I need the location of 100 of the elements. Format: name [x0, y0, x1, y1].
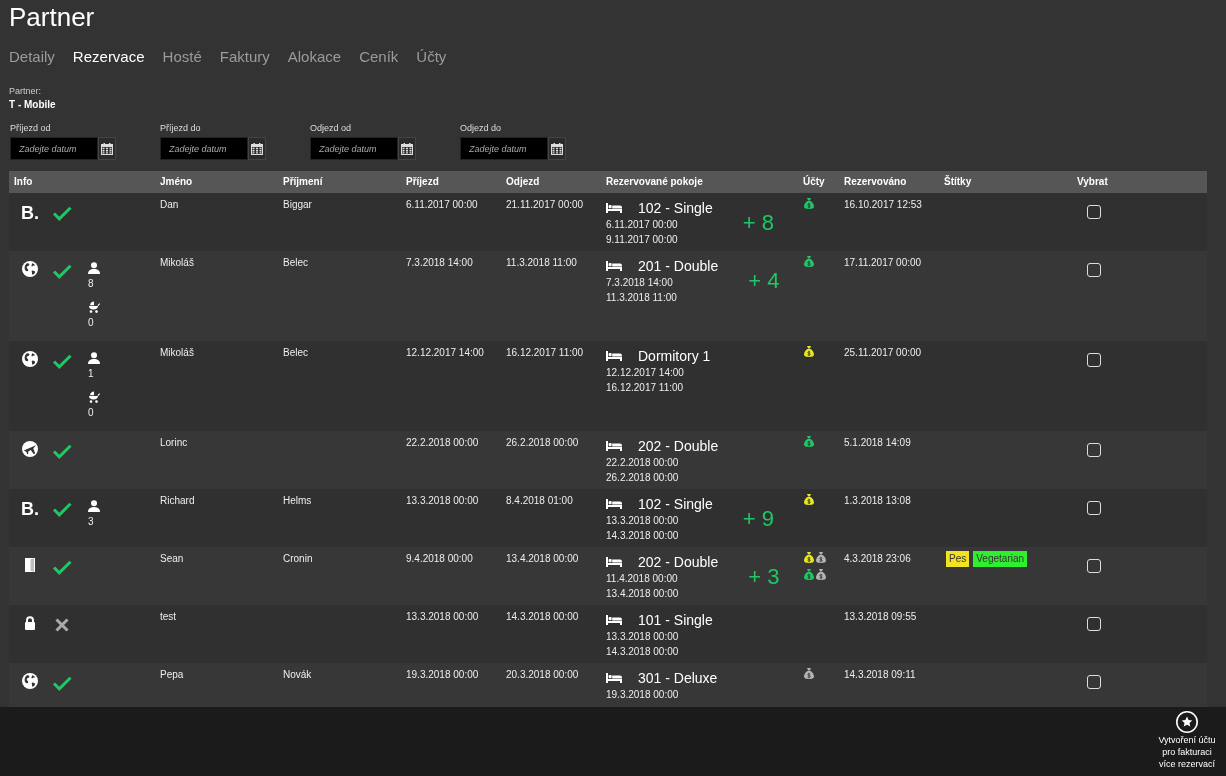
- guest-count: 1: [88, 367, 94, 381]
- table-cell: 8.4.2018 01:00: [506, 495, 573, 507]
- filter-label: Příjezd od: [10, 123, 51, 133]
- room-date: 26.2.2018 00:00: [606, 471, 679, 485]
- table-cell: 14.3.2018 00:00: [506, 611, 579, 623]
- table-cell: 17.11.2017 00:00: [844, 257, 922, 269]
- tab[interactable]: Faktury: [219, 47, 270, 67]
- room-name: 301 - Deluxe: [638, 669, 718, 687]
- table-cell: 12.12.2017 14:00: [406, 347, 484, 359]
- table-cell: 7.3.2018 14:00: [406, 257, 473, 269]
- globe-icon: [22, 351, 38, 367]
- table-cell: Dan: [160, 199, 179, 211]
- table-cell: 16.10.2017 12:53: [844, 199, 922, 211]
- table-cell: test: [160, 611, 177, 623]
- select-checkbox[interactable]: [1087, 443, 1101, 457]
- date-input[interactable]: Zadejte datum: [160, 137, 248, 160]
- guest-count: 0: [88, 406, 94, 420]
- select-checkbox[interactable]: [1087, 501, 1101, 515]
- partner-name: T - Mobile: [9, 99, 56, 111]
- guest-count: 3: [88, 515, 94, 529]
- table-cell: 26.2.2018 00:00: [506, 437, 579, 449]
- tab[interactable]: Rezervace: [72, 47, 145, 67]
- calendar-icon: [401, 142, 413, 155]
- room-date: 13.3.2018 00:00: [606, 514, 679, 528]
- person-icon: [88, 500, 100, 512]
- tab[interactable]: Alokace: [287, 47, 342, 67]
- select-checkbox[interactable]: [1087, 205, 1101, 219]
- calendar-icon: [251, 142, 263, 155]
- table-cell: Richard: [160, 495, 195, 507]
- room-name: 202 - Double: [638, 437, 719, 455]
- room-date: 22.2.2018 00:00: [606, 456, 679, 470]
- date-input[interactable]: Zadejte datum: [10, 137, 98, 160]
- table-cell: Mikoláš: [160, 257, 194, 269]
- plane-circle-icon: [22, 441, 38, 457]
- column-header: Rezervováno: [844, 176, 907, 188]
- create-account-button[interactable]: Vytvoření účtu pro fakturaci více rezervací: [1156, 711, 1218, 770]
- room-date: 14.3.2018 00:00: [606, 529, 679, 543]
- column-header: Vybrat: [1077, 176, 1108, 188]
- globe-icon: [22, 673, 38, 689]
- room-name: 102 - Single: [638, 199, 713, 217]
- select-checkbox[interactable]: [1087, 353, 1101, 367]
- column-header: Štítky: [944, 176, 972, 188]
- room-date: 6.11.2017 00:00: [606, 218, 678, 232]
- column-header: Jméno: [160, 176, 193, 188]
- partner-label: Partner:: [9, 86, 41, 97]
- tab[interactable]: Hosté: [162, 47, 202, 67]
- calendar-button[interactable]: [548, 137, 566, 160]
- table-cell: 4.3.2018 23:06: [844, 553, 911, 565]
- calendar-button[interactable]: [398, 137, 416, 160]
- table-cell: 20.3.2018 00:00: [506, 669, 579, 681]
- column-header: Odjezd: [506, 176, 540, 188]
- table-cell: Belec: [283, 347, 308, 359]
- room-date: 13.3.2018 00:00: [606, 630, 679, 644]
- tab[interactable]: Detaily: [9, 47, 55, 67]
- room-date: 19.3.2018 00:00: [606, 688, 679, 702]
- calendar-button[interactable]: [248, 137, 266, 160]
- date-input[interactable]: Zadejte datum: [310, 137, 398, 160]
- room-date: 13.4.2018 00:00: [606, 587, 679, 601]
- table-cell: 5.1.2018 14:09: [844, 437, 911, 449]
- table-cell: 19.3.2018 00:00: [406, 669, 479, 681]
- table-cell: 14.3.2018 09:11: [844, 669, 916, 681]
- source-logo: B.: [21, 204, 39, 222]
- room-name: 202 - Double: [638, 553, 719, 571]
- room-name: 201 - Double: [638, 257, 719, 275]
- table-cell: 6.11.2017 00:00: [406, 199, 478, 211]
- column-header: Rezervované pokoje: [606, 176, 703, 188]
- filter-label: Odjezd od: [310, 123, 352, 133]
- page-title: Partner: [9, 2, 95, 32]
- column-header: Příjmení: [283, 176, 323, 188]
- lock-icon: [24, 616, 36, 630]
- column-header: Příjezd: [406, 176, 439, 188]
- table-cell: Helms: [283, 495, 312, 507]
- date-input[interactable]: Zadejte datum: [460, 137, 548, 160]
- select-checkbox[interactable]: [1087, 675, 1101, 689]
- globe-icon: [22, 261, 38, 277]
- room-date: 11.3.2018 11:00: [606, 291, 677, 305]
- table-cell: 13.4.2018 00:00: [506, 553, 579, 565]
- table-cell: 25.11.2017 00:00: [844, 347, 922, 359]
- filter-label: Odjezd do: [460, 123, 502, 133]
- bed-icon: [606, 673, 622, 683]
- calendar-icon: [101, 142, 113, 155]
- select-checkbox[interactable]: [1087, 263, 1101, 277]
- table-cell: 16.12.2017 11:00: [506, 347, 584, 359]
- room-date: 12.12.2017 14:00: [606, 366, 684, 380]
- tab[interactable]: Účty: [416, 47, 447, 67]
- select-checkbox[interactable]: [1087, 617, 1101, 631]
- guest-count: 8: [88, 277, 94, 291]
- table-cell: Sean: [160, 553, 184, 565]
- table-cell: Biggar: [283, 199, 312, 211]
- bed-icon: [606, 351, 622, 361]
- bed-icon: [606, 441, 622, 451]
- table-cell: 1.3.2018 13:08: [844, 495, 911, 507]
- person-icon: [88, 352, 100, 364]
- more-rooms-count: + 4: [748, 269, 780, 293]
- table-cell: Pepa: [160, 669, 184, 681]
- table-cell: 13.3.2018 00:00: [406, 611, 479, 623]
- room-name: 102 - Single: [638, 495, 713, 513]
- select-checkbox[interactable]: [1087, 559, 1101, 573]
- calendar-button[interactable]: [98, 137, 116, 160]
- tab[interactable]: Ceník: [359, 47, 399, 67]
